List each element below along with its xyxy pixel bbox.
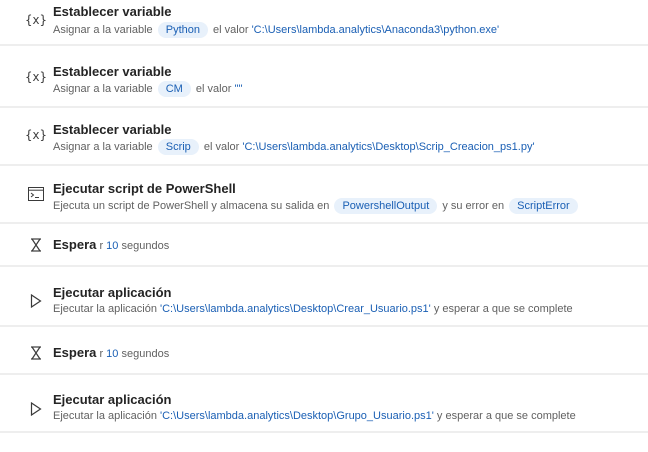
desc-suffix: y esperar a que se complete: [436, 410, 576, 422]
hourglass-icon: [26, 343, 46, 363]
desc-prefix: r: [99, 240, 104, 252]
step-title: Espera: [53, 237, 97, 252]
play-icon: [26, 291, 46, 311]
step-description: Ejecutar la aplicación 'C:\Users\lambda.…: [53, 410, 576, 422]
step-title: Espera: [53, 345, 97, 360]
desc-prefix: Ejecuta un script de PowerShell y almace…: [53, 200, 330, 212]
desc-prefix: r: [99, 348, 104, 360]
desc-prefix: Ejecutar la aplicación: [53, 410, 157, 422]
variable-pill[interactable]: Python: [157, 22, 208, 38]
step-description: Asignar a la variable CM el valor '"': [53, 81, 243, 97]
variable-icon: {x}: [25, 128, 47, 142]
step-summary: Espera r 10 segundos: [53, 237, 169, 252]
desc-prefix: Asignar a la variable: [53, 24, 153, 36]
value-text: 'C:\Users\lambda.analytics\Anaconda3\pyt…: [251, 24, 500, 36]
step-wait-1[interactable]: Espera r 10 segundos: [0, 223, 648, 267]
step-run-app-grupo-usuario[interactable]: Ejecutar aplicación Ejecutar la aplicaci…: [0, 381, 648, 433]
step-set-variable-python[interactable]: {x} Establecer variable Asignar a la var…: [0, 0, 648, 46]
flow-step-list: {x} Establecer variable Asignar a la var…: [0, 0, 648, 452]
output-variable-pill[interactable]: PowershellOutput: [334, 198, 438, 214]
variable-icon: {x}: [25, 13, 47, 27]
step-description: Ejecutar la aplicación 'C:\Users\lambda.…: [53, 303, 573, 315]
hourglass-glyph: [31, 238, 41, 252]
desc-suffix: segundos: [121, 240, 170, 252]
step-summary: Espera r 10 segundos: [53, 345, 169, 360]
step-title: Ejecutar aplicación: [53, 285, 172, 300]
desc-middle: y su error en: [442, 200, 505, 212]
step-title: Ejecutar script de PowerShell: [53, 181, 236, 196]
desc-suffix: y esperar a que se complete: [433, 303, 573, 315]
path-value: 'C:\Users\lambda.analytics\Desktop\Grupo…: [160, 410, 434, 422]
variable-icon: {x}: [25, 70, 47, 84]
step-title: Establecer variable: [53, 122, 172, 137]
path-value: 'C:\Users\lambda.analytics\Desktop\Crear…: [160, 303, 431, 315]
step-title: Establecer variable: [53, 64, 172, 79]
step-description: Asignar a la variable Scrip el valor 'C:…: [53, 139, 535, 155]
desc-prefix: Ejecutar la aplicación: [53, 303, 157, 315]
value-text: 'C:\Users\lambda.analytics\Desktop\Scrip…: [242, 141, 535, 153]
desc-prefix: Asignar a la variable: [53, 141, 153, 153]
variable-pill[interactable]: CM: [157, 81, 191, 97]
hourglass-icon: [26, 235, 46, 255]
step-title: Ejecutar aplicación: [53, 392, 172, 407]
step-description: Asignar a la variable Python el valor 'C…: [53, 22, 499, 38]
play-glyph: [30, 294, 42, 308]
desc-prefix: Asignar a la variable: [53, 83, 153, 95]
step-run-powershell[interactable]: Ejecutar script de PowerShell Ejecuta un…: [0, 172, 648, 224]
desc-middle: el valor: [213, 24, 249, 36]
step-title: Establecer variable: [53, 4, 172, 19]
step-set-variable-scrip[interactable]: {x} Establecer variable Asignar a la var…: [0, 114, 648, 166]
desc-middle: el valor: [195, 83, 232, 95]
seconds-value: 10: [106, 240, 119, 252]
value-text: '"': [234, 83, 243, 95]
play-icon: [26, 399, 46, 419]
powershell-icon: [26, 184, 46, 204]
seconds-value: 10: [106, 348, 119, 360]
step-run-app-crear-usuario[interactable]: Ejecutar aplicación Ejecutar la aplicaci…: [0, 275, 648, 327]
desc-suffix: segundos: [121, 348, 170, 360]
step-wait-2[interactable]: Espera r 10 segundos: [0, 331, 648, 375]
terminal-glyph: [28, 187, 44, 201]
step-description: Ejecuta un script de PowerShell y almace…: [53, 198, 580, 214]
step-set-variable-cm[interactable]: {x} Establecer variable Asignar a la var…: [0, 56, 648, 108]
hourglass-glyph: [31, 346, 41, 360]
desc-middle: el valor: [203, 141, 240, 153]
variable-pill[interactable]: Scrip: [157, 139, 199, 155]
play-glyph: [30, 402, 42, 416]
error-variable-pill[interactable]: ScriptError: [509, 198, 578, 214]
